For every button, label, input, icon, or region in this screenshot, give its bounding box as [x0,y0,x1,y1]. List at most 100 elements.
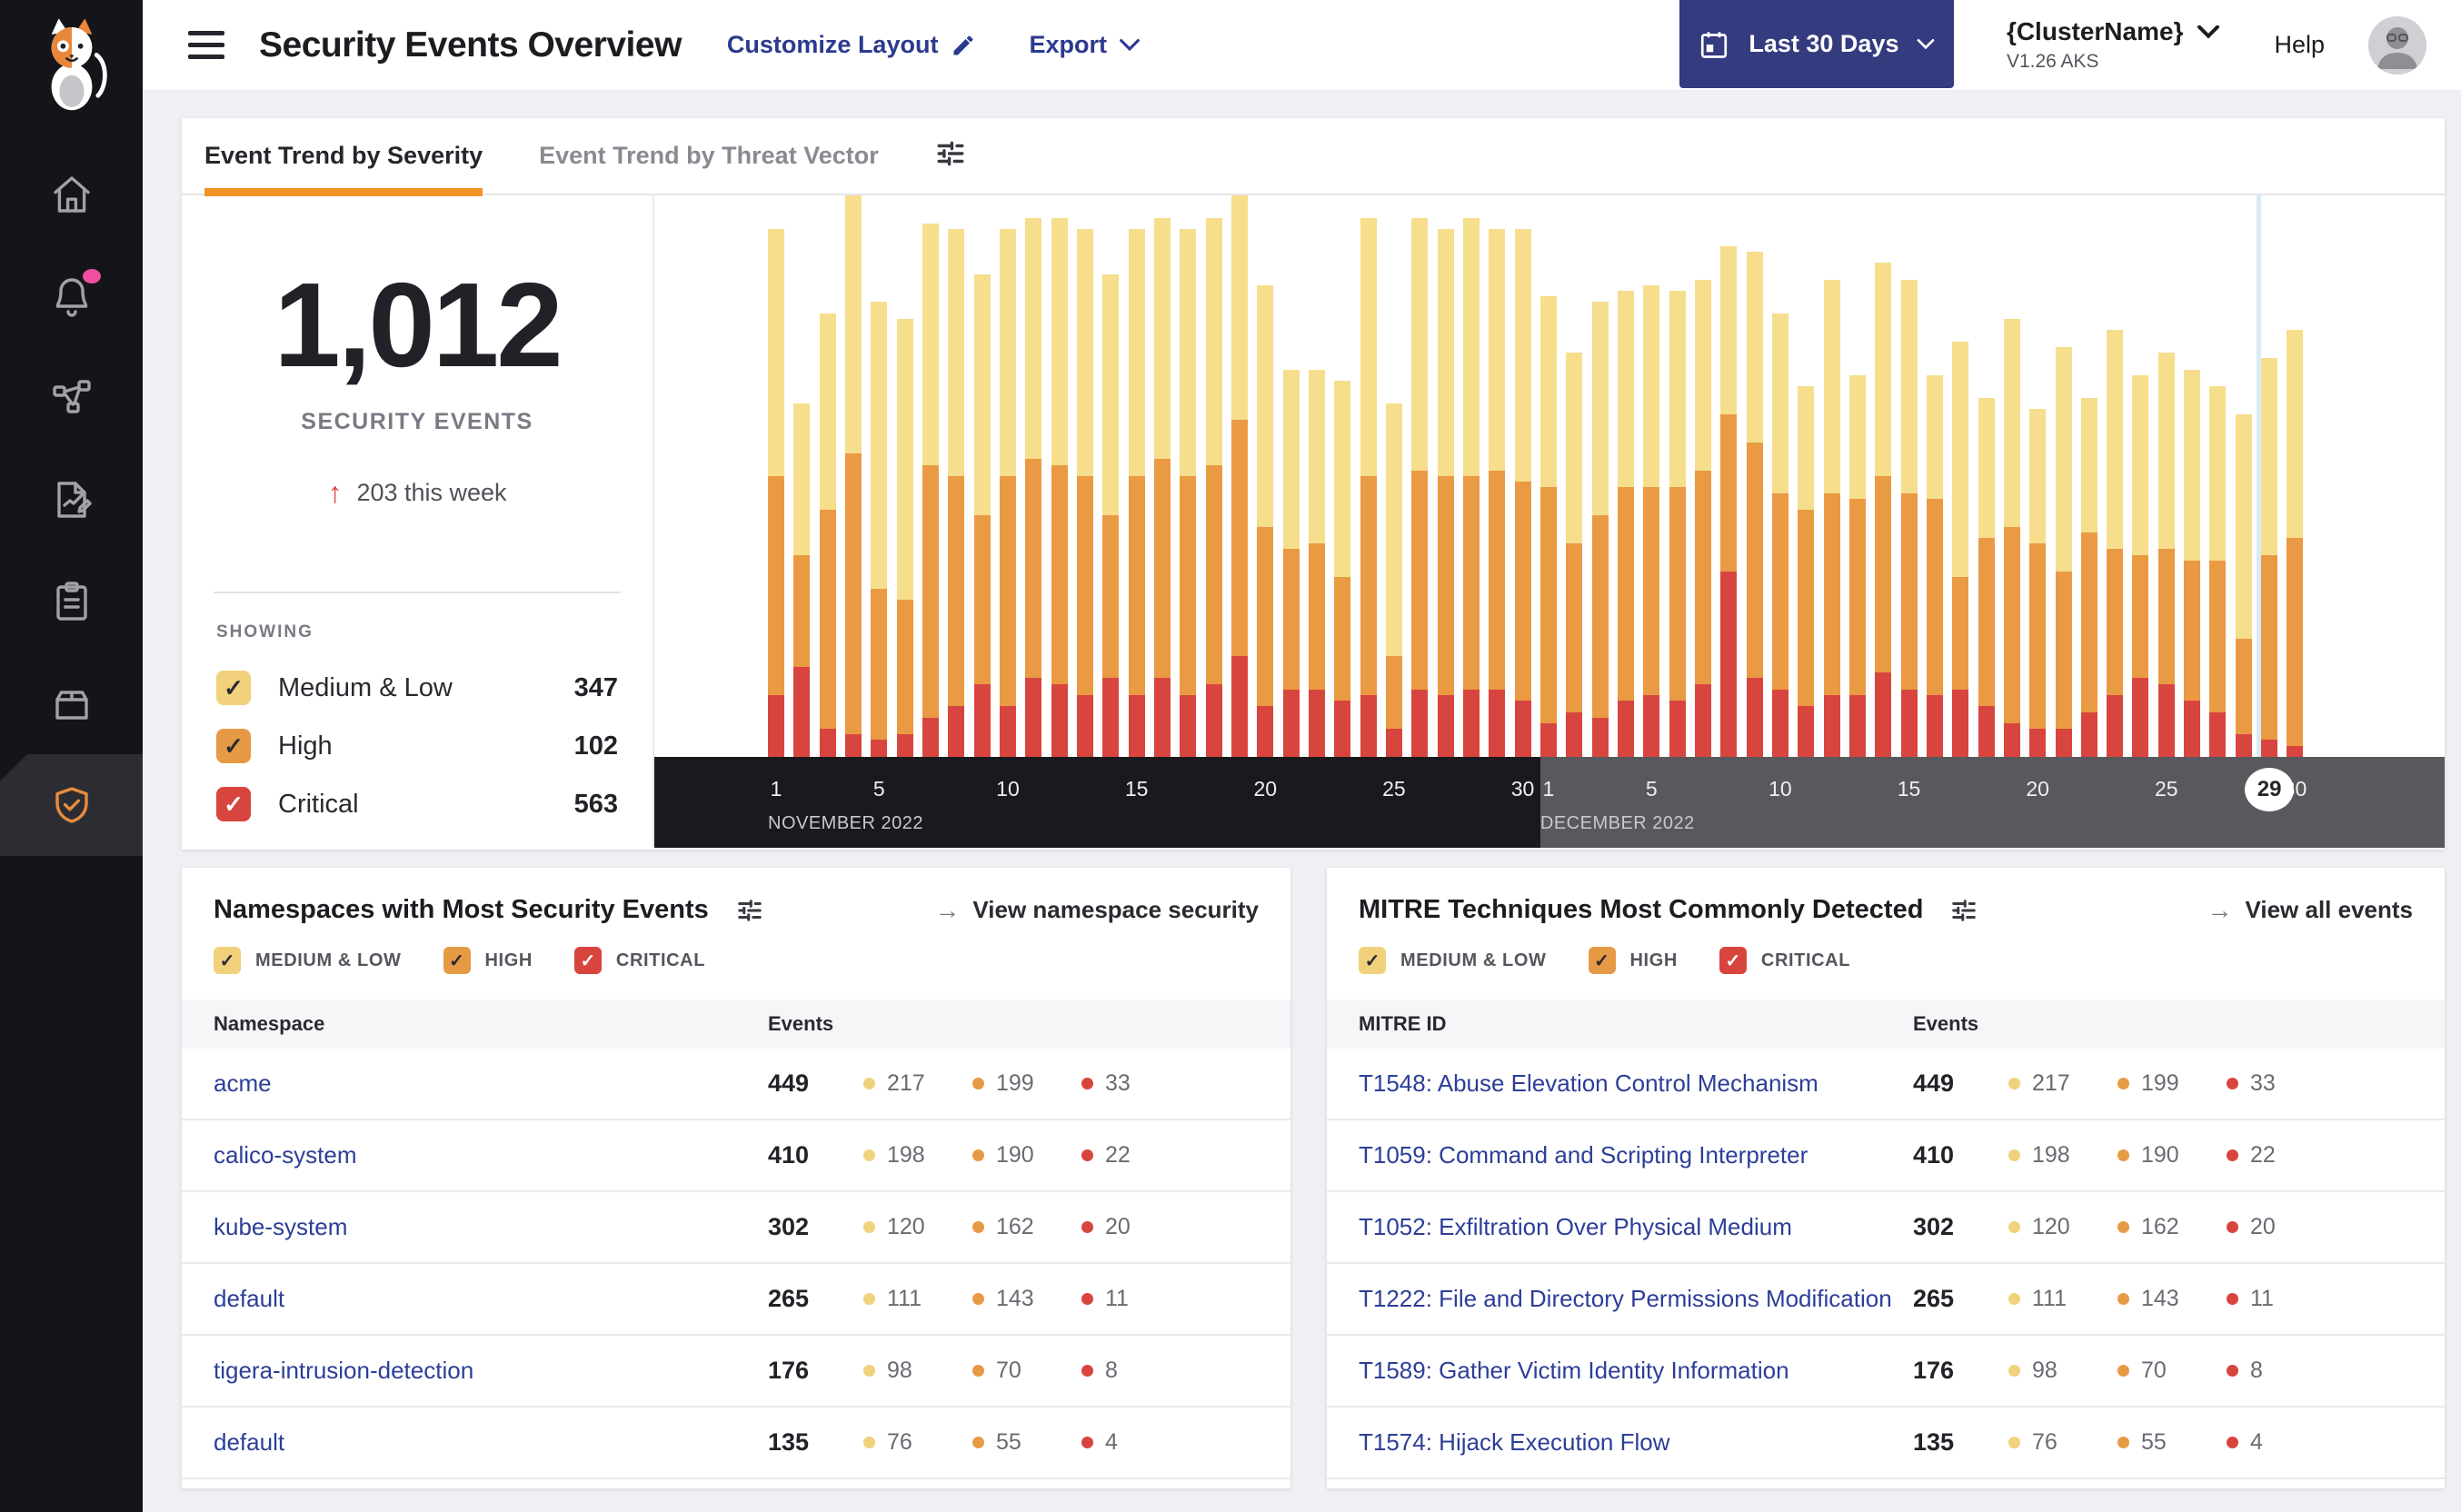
stacked-bar-day-58[interactable] [2235,414,2252,757]
stacked-bar-day-11[interactable] [1025,217,1042,757]
namespace-link[interactable]: acme [214,1069,768,1098]
view-namespace-security-link[interactable]: → View namespace security [934,896,1259,925]
severity-filter-high[interactable]: ✓ High 102 [182,717,653,775]
stacked-bar-day-22[interactable] [1308,369,1325,757]
namespace-link[interactable]: calico-system [214,1141,768,1169]
stacked-bar-day-40[interactable] [1771,313,1788,757]
namespace-link[interactable]: kube-system [214,1213,768,1241]
stacked-bar-day-26[interactable] [1411,217,1429,757]
stacked-bar-day-35[interactable] [1643,284,1660,757]
stacked-bar-day-44[interactable] [1875,263,1892,757]
severity-chip-medium_low[interactable]: ✓ MEDIUM & LOW [214,947,402,974]
stacked-bar-day-46[interactable] [1926,374,1943,757]
stacked-bar-day-13[interactable] [1076,229,1093,757]
mitre-id-link[interactable]: T1589: Gather Victim Identity Informatio… [1359,1357,1913,1385]
cluster-selector[interactable]: {ClusterName} V1.26 AKS [2007,17,2220,73]
axis-band-december[interactable] [1540,757,2445,848]
stacked-bar-day-32[interactable] [1566,353,1583,757]
sidebar-item-home[interactable] [0,144,143,245]
stacked-bar-day-57[interactable] [2209,386,2227,757]
sidebar-item-inventory[interactable] [0,652,143,754]
high-checkbox[interactable]: ✓ [1588,947,1616,974]
stacked-bar-day-33[interactable] [1591,302,1609,757]
stacked-bar-day-6[interactable] [896,318,913,757]
stacked-bar-day-18[interactable] [1205,217,1222,757]
sidebar-item-reports[interactable] [0,449,143,551]
sidebar-item-alerts[interactable] [0,245,143,347]
export-button[interactable]: Export [1029,31,1140,59]
mitre-id-link[interactable]: T1052: Exfiltration Over Physical Medium [1359,1213,1913,1241]
stacked-bar-day-4[interactable] [844,195,862,757]
stacked-bar-day-56[interactable] [2184,369,2201,757]
tab-event-trend-by-severity[interactable]: Event Trend by Severity [204,118,483,196]
date-range-button[interactable]: Last 30 Days [1679,0,1954,88]
calico-cat-logo[interactable] [0,0,143,127]
tab-event-trend-by-threat-vector[interactable]: Event Trend by Threat Vector [539,118,879,194]
stacked-bar-day-34[interactable] [1617,291,1634,757]
stacked-bar-day-50[interactable] [2029,408,2047,757]
stacked-bar-day-55[interactable] [2157,353,2175,757]
medium_low-checkbox[interactable]: ✓ [214,947,241,974]
severity-filter-medium_low[interactable]: ✓ Medium & Low 347 [182,659,653,717]
namespace-link[interactable]: tigera-intrusion-detection [214,1357,768,1385]
stacked-bar-day-9[interactable] [973,274,991,757]
stacked-bar-day-48[interactable] [1978,397,1995,757]
sidebar-item-threat-defense[interactable] [0,754,143,856]
severity-chip-medium_low[interactable]: ✓ MEDIUM & LOW [1359,947,1547,974]
stacked-bar-day-15[interactable] [1128,229,1145,757]
sidebar-item-service-graph[interactable] [0,347,143,449]
stacked-bar-day-21[interactable] [1282,369,1300,757]
critical-checkbox[interactable]: ✓ [573,947,602,974]
stacked-bar-day-1[interactable] [768,229,784,757]
stacked-bar-day-39[interactable] [1746,251,1763,757]
stacked-bar-day-38[interactable] [1720,245,1738,757]
stacked-bar-day-31[interactable] [1539,296,1557,757]
stacked-bar-day-49[interactable] [2003,318,2020,757]
namespace-link[interactable]: default [214,1285,768,1313]
stacked-bar-day-14[interactable] [1102,274,1120,757]
mitre-filter-button[interactable] [1950,897,1978,924]
stacked-bar-day-27[interactable] [1437,229,1454,757]
stacked-bar-day-16[interactable] [1153,217,1171,757]
mitre-id-link[interactable]: T1574: Hijack Execution Flow [1359,1428,1913,1457]
mitre-id-link[interactable]: T1222: File and Directory Permissions Mo… [1359,1285,1913,1313]
view-all-events-link[interactable]: → View all events [2207,896,2413,925]
severity-chip-critical[interactable]: ✓ CRITICAL [573,947,705,974]
stacked-bar-day-3[interactable] [819,313,836,757]
stacked-bar-day-28[interactable] [1462,217,1480,757]
chart-filter-button[interactable] [935,138,966,174]
mitre-id-link[interactable]: T1059: Command and Scripting Interpreter [1359,1141,1913,1169]
user-avatar[interactable] [2368,15,2426,75]
stacked-bar-day-5[interactable] [871,302,888,757]
stacked-bar-day-17[interactable] [1180,229,1197,757]
sidebar-item-compliance[interactable] [0,551,143,652]
stacked-bar-day-10[interactable] [999,229,1016,757]
critical-checkbox[interactable]: ✓ [216,787,251,822]
severity-chip-high[interactable]: ✓ HIGH [1588,947,1678,974]
severity-chip-high[interactable]: ✓ HIGH [443,947,533,974]
namespace-link[interactable]: default [214,1428,768,1457]
medium_low-checkbox[interactable]: ✓ [216,671,251,706]
severity-chip-critical[interactable]: ✓ CRITICAL [1719,947,1850,974]
stacked-bar-day-20[interactable] [1257,284,1274,757]
stacked-bar-day-29[interactable] [1489,229,1506,757]
high-checkbox[interactable]: ✓ [443,947,471,974]
stacked-bar-day-60[interactable] [2287,330,2304,757]
stacked-bar-day-8[interactable] [948,229,965,757]
stacked-bar-day-23[interactable] [1334,380,1351,757]
stacked-bar-day-53[interactable] [2107,330,2124,757]
customize-layout-button[interactable]: Customize Layout [727,31,977,59]
stacked-bar-day-7[interactable] [922,223,939,757]
stacked-bar-day-37[interactable] [1694,279,1711,757]
mitre-id-link[interactable]: T1548: Abuse Elevation Control Mechanism [1359,1069,1913,1098]
severity-filter-critical[interactable]: ✓ Critical 563 [182,775,653,833]
stacked-bar-day-2[interactable] [793,403,811,757]
stacked-bar-day-25[interactable] [1385,403,1402,757]
stacked-bar-day-41[interactable] [1798,386,1815,757]
help-button[interactable]: Help [2274,31,2325,59]
stacked-bar-day-43[interactable] [1848,374,1866,757]
stacked-bar-day-42[interactable] [1823,279,1840,757]
stacked-bar-day-19[interactable] [1230,195,1248,757]
stacked-bar-day-24[interactable] [1360,217,1377,757]
high-checkbox[interactable]: ✓ [216,729,251,764]
